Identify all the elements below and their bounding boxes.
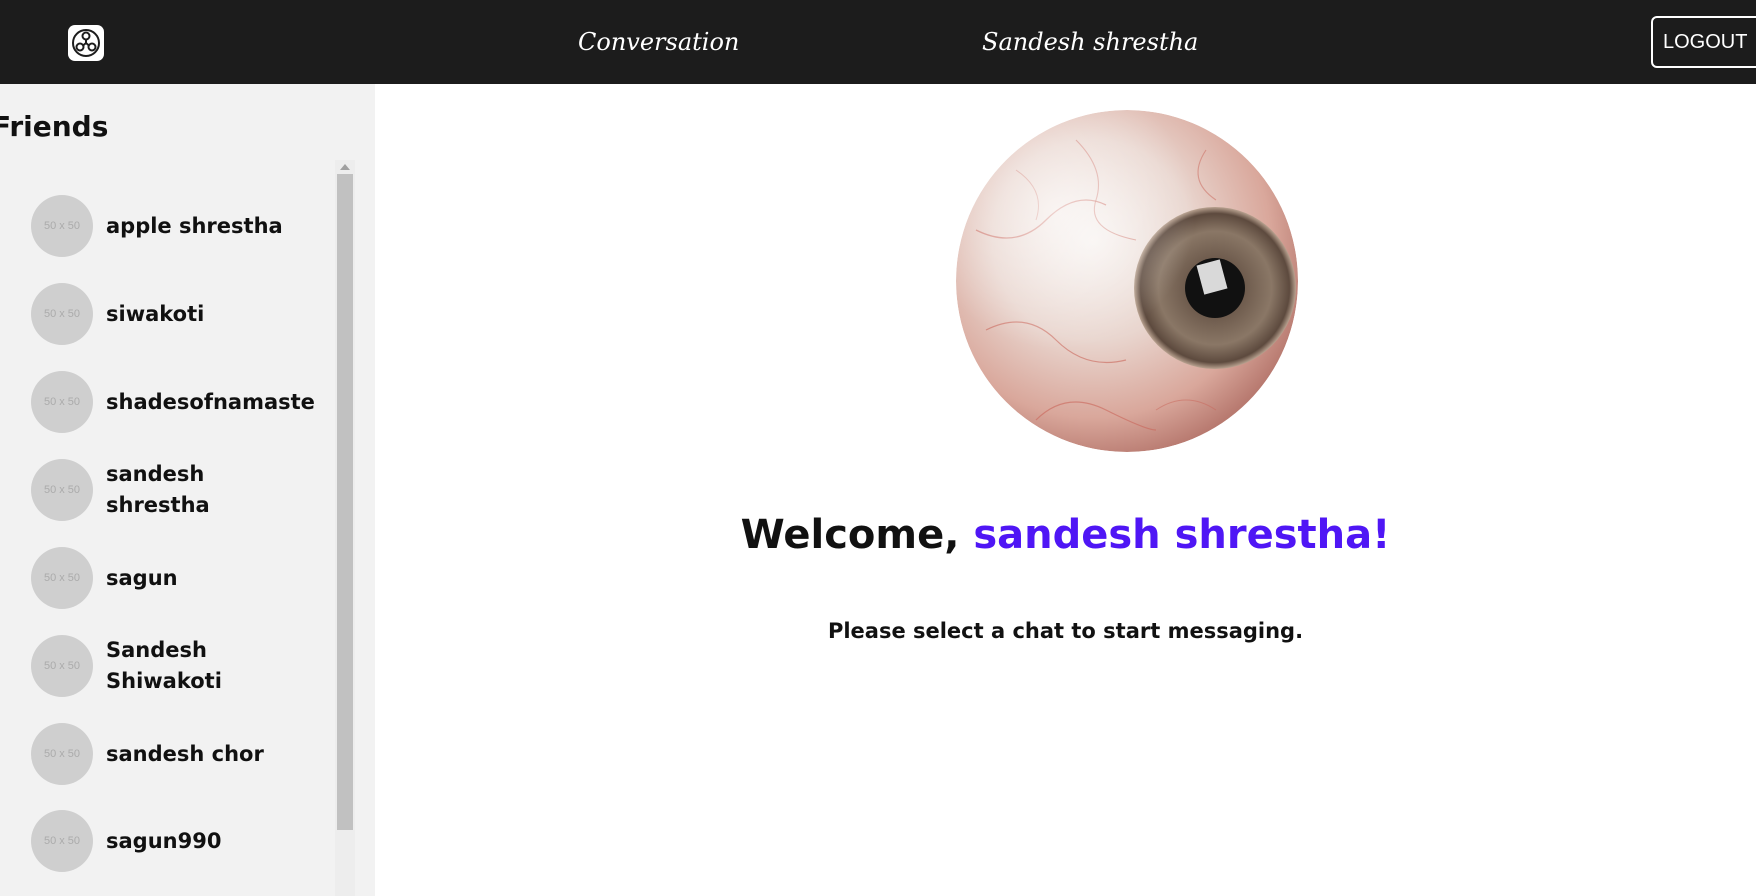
friend-name: sagun xyxy=(106,565,178,590)
friend-item[interactable]: 50 x 50 apple shrestha xyxy=(31,194,331,258)
avatar: 50 x 50 xyxy=(31,371,93,433)
scrollbar-thumb[interactable] xyxy=(337,174,353,830)
friend-list-scrollbar[interactable] xyxy=(335,160,355,896)
current-user-name[interactable]: Sandesh shrestha xyxy=(982,24,1198,60)
friends-heading: Friends xyxy=(0,110,109,143)
friend-name: apple shrestha xyxy=(106,213,283,238)
avatar: 50 x 50 xyxy=(31,195,93,257)
select-chat-hint: Please select a chat to start messaging. xyxy=(827,619,1304,643)
friend-name: siwakoti xyxy=(106,301,205,326)
friend-item[interactable]: 50 x 50 sagun990 xyxy=(31,809,331,873)
friend-item[interactable]: 50 x 50 sagun xyxy=(31,546,331,610)
logout-button[interactable]: LOGOUT xyxy=(1651,16,1756,68)
top-navbar: Conversation Sandesh shrestha LOGOUT xyxy=(0,0,1756,84)
friend-item[interactable]: 50 x 50 siwakoti xyxy=(31,282,331,346)
nav-conversation-link[interactable]: Conversation xyxy=(578,24,739,60)
friend-name: sandesh shrestha xyxy=(106,462,210,517)
friend-item[interactable]: 50 x 50 sandesh shrestha xyxy=(31,458,331,522)
scroll-up-arrow-icon[interactable] xyxy=(340,164,350,170)
avatar: 50 x 50 xyxy=(31,547,93,609)
friend-item[interactable]: 50 x 50 shadesofnamaste xyxy=(31,370,331,434)
friend-name: sagun990 xyxy=(106,828,222,853)
avatar: 50 x 50 xyxy=(31,635,93,697)
welcome-prefix: Welcome, xyxy=(740,512,974,558)
friend-item[interactable]: 50 x 50 sandesh chor xyxy=(31,722,331,786)
chat-welcome-panel: Welcome, sandesh shrestha! Please select… xyxy=(375,84,1756,896)
friend-name: shadesofnamaste xyxy=(106,389,315,414)
avatar: 50 x 50 xyxy=(31,723,93,785)
app-logo-icon[interactable] xyxy=(68,25,104,61)
welcome-heading: Welcome, sandesh shrestha! xyxy=(375,512,1756,558)
eyeball-illustration xyxy=(956,110,1298,452)
friend-list[interactable]: 50 x 50 apple shrestha 50 x 50 siwakoti … xyxy=(0,168,335,896)
friends-sidebar: Friends 50 x 50 apple shrestha 50 x 50 s… xyxy=(0,84,375,896)
avatar: 50 x 50 xyxy=(31,459,93,521)
avatar: 50 x 50 xyxy=(31,810,93,872)
friend-name: sandesh chor xyxy=(106,741,264,766)
friend-name: Sandesh Shiwakoti xyxy=(106,638,222,693)
friend-item[interactable]: 50 x 50 Sandesh Shiwakoti xyxy=(31,634,331,698)
avatar: 50 x 50 xyxy=(31,283,93,345)
welcome-username: sandesh shrestha! xyxy=(973,512,1391,558)
